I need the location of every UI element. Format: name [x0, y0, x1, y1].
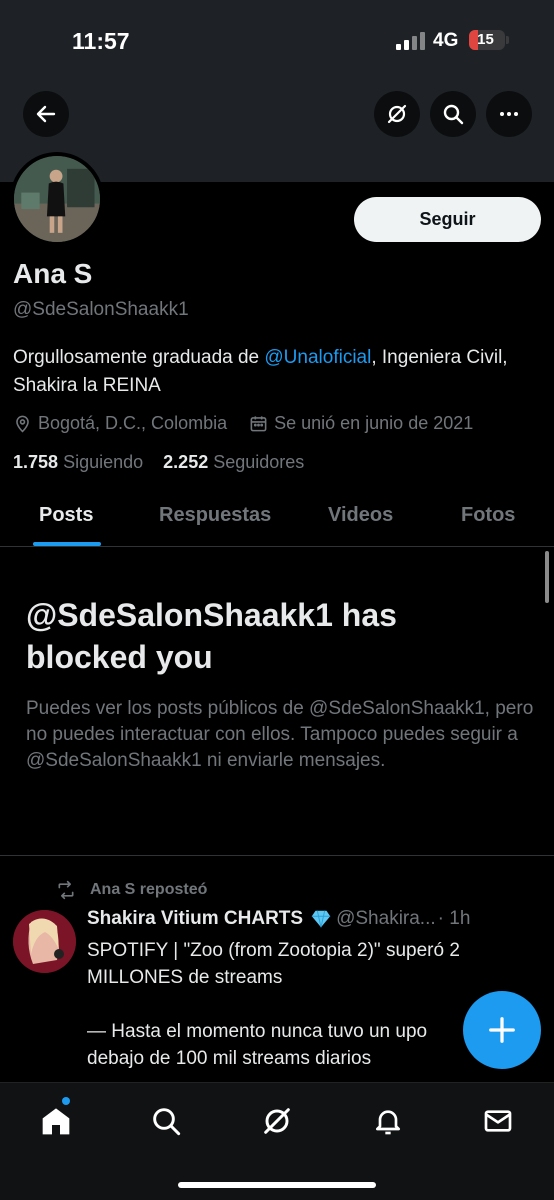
search-icon [443, 104, 464, 125]
post-avatar-photo [13, 910, 76, 973]
profile-display-name: Ana S [13, 258, 93, 289]
diamond-icon [311, 910, 331, 928]
tab-respuestas[interactable]: Respuestas [159, 504, 271, 527]
avatar-photo [14, 156, 100, 242]
profile-bio: Orgullosamente graduada de @Unaloficial,… [13, 344, 533, 400]
search-icon [153, 1108, 181, 1136]
repost-indicator: Ana S reposteó [56, 880, 207, 900]
nav-grok[interactable] [257, 1101, 297, 1141]
nav-notifications[interactable] [368, 1101, 408, 1141]
follow-button[interactable]: Seguir [354, 197, 541, 242]
tab-videos[interactable]: Videos [328, 504, 393, 527]
profile-meta: Bogotá, D.C., Colombia Se unió en junio … [13, 412, 473, 434]
bell-icon [376, 1110, 400, 1135]
tab-posts[interactable]: Posts [39, 504, 93, 527]
grok-button[interactable] [374, 91, 420, 137]
more-button[interactable] [486, 91, 532, 137]
profile-stats: 1.758 Siguiendo 2.252 Seguidores [13, 452, 304, 473]
nav-search[interactable] [146, 1101, 186, 1141]
notification-dot [62, 1097, 70, 1105]
back-button[interactable] [23, 91, 69, 137]
followers-count: 2.252 [163, 452, 209, 472]
avatar[interactable] [10, 152, 104, 246]
following-label: Siguiendo [63, 452, 144, 472]
calendar-icon [250, 415, 267, 431]
followers-link[interactable]: 2.252 Seguidores [163, 452, 304, 472]
blocked-title: @SdeSalonShaakk1 has blocked you [26, 597, 397, 675]
post-header: Shakira Vitium CHARTS @Shakira... · 1h [87, 908, 507, 930]
nav-home[interactable] [36, 1101, 76, 1141]
profile-tabs: Posts Respuestas Videos Fotos [0, 490, 554, 547]
post-text[interactable]: SPOTIFY | "Zoo (from Zootopia 2)" superó… [87, 937, 517, 1072]
profile-location: Bogotá, D.C., Colombia [38, 412, 228, 433]
home-indicator [178, 1182, 376, 1188]
grok-icon [387, 104, 407, 124]
plus-icon [489, 1017, 515, 1043]
repost-label: Ana S reposteó [90, 881, 208, 898]
blocked-message: Puedes ver los posts públicos de @SdeSal… [26, 698, 534, 771]
profile-joined-date: Se unió en junio de 2021 [274, 412, 474, 433]
mail-icon [484, 1110, 512, 1132]
status-bar: 11:57 4G 15 [0, 0, 554, 80]
following-link[interactable]: 1.758 Siguiendo [13, 452, 143, 472]
repost-icon [58, 880, 74, 900]
more-icon [500, 112, 518, 116]
followers-label: Seguidores [213, 452, 305, 472]
divider [0, 855, 554, 856]
tab-fotos[interactable]: Fotos [461, 504, 515, 527]
post-author-handle[interactable]: @Shakira... [336, 908, 436, 930]
post-timestamp: · 1h [437, 908, 471, 929]
bio-mention-link[interactable]: @Unaloficial [264, 347, 371, 368]
grok-icon [264, 1108, 290, 1134]
home-icon [42, 1108, 70, 1135]
active-tab-indicator [33, 542, 101, 546]
post-author-avatar[interactable] [13, 910, 76, 973]
battery-icon: 15 [469, 30, 505, 50]
scrollbar[interactable] [545, 551, 549, 603]
cellular-signal-icon [396, 32, 426, 50]
search-button[interactable] [430, 91, 476, 137]
bio-text: Orgullosamente graduada de [13, 347, 265, 368]
battery-tip [506, 36, 509, 44]
location-pin-icon [16, 415, 29, 432]
profile-handle: @SdeSalonShaakk1 [13, 299, 189, 320]
arrow-left-icon [36, 105, 56, 123]
battery-percent: 15 [477, 31, 494, 48]
compose-button[interactable] [463, 991, 541, 1069]
nav-messages[interactable] [478, 1101, 518, 1141]
following-count: 1.758 [13, 452, 59, 472]
network-type: 4G [433, 30, 459, 51]
status-time: 11:57 [72, 28, 130, 54]
post-author-name[interactable]: Shakira Vitium CHARTS [87, 908, 303, 930]
